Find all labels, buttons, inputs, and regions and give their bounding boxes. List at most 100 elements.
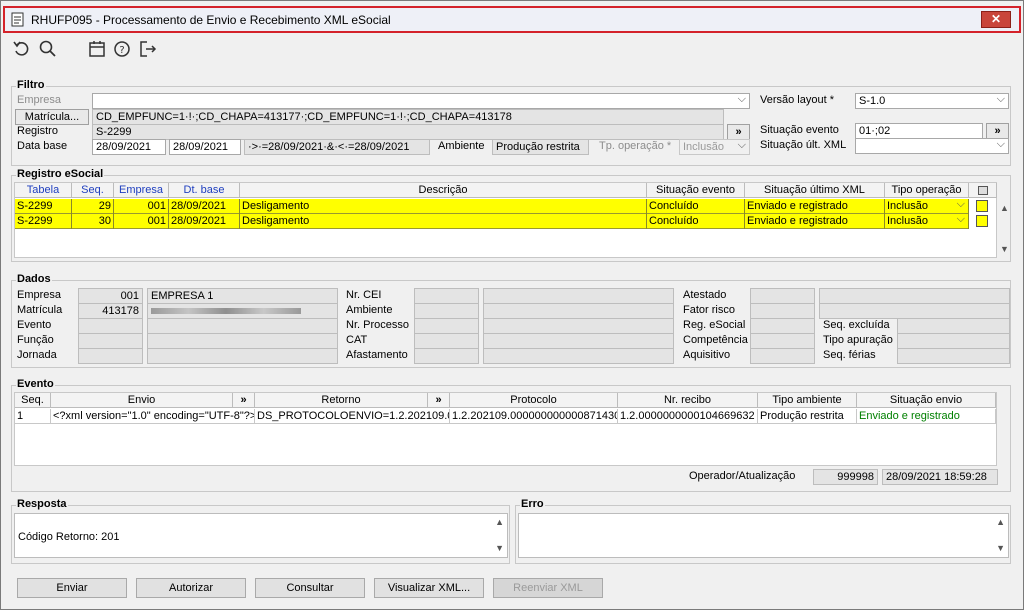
fator-risco-code: [750, 303, 815, 319]
registro-field[interactable]: S-2299: [92, 124, 724, 140]
erro-memo[interactable]: ▲ ▼: [518, 513, 1009, 558]
calendar-icon[interactable]: [87, 39, 107, 59]
nr-cei-desc: [483, 288, 674, 304]
dados-evento-desc: [147, 318, 338, 334]
cell-situacao-xml: Enviado e registrado: [745, 199, 885, 214]
operador-value: 999998: [813, 469, 878, 485]
dados-matricula-value: 413178: [78, 303, 143, 319]
afastamento-desc: [483, 348, 674, 364]
atestado-desc: [819, 288, 1010, 304]
col-ev-envio-expand[interactable]: »: [233, 393, 255, 408]
matricula-button[interactable]: Matrícula...: [15, 109, 89, 125]
table-row[interactable]: S-2299 30 001 28/09/2021 Desligamento Co…: [15, 214, 969, 229]
cell-tipo-operacao[interactable]: Inclusão: [885, 199, 969, 214]
dados-empresa-name: EMPRESA 1: [147, 288, 338, 304]
registro-more-button[interactable]: »: [727, 124, 750, 140]
matricula-field[interactable]: CD_EMPFUNC=1·!·;CD_CHAPA=413177·;CD_EMPF…: [92, 109, 724, 125]
autorizar-button[interactable]: Autorizar: [136, 578, 246, 598]
cell-tipo-operacao[interactable]: Inclusão: [885, 214, 969, 229]
row-checkbox[interactable]: [976, 200, 988, 212]
atestado-label: Atestado: [683, 289, 727, 301]
col-select-all[interactable]: [969, 183, 997, 198]
empresa-select[interactable]: [92, 93, 750, 109]
evento-title: Evento: [16, 378, 55, 390]
situacao-evento-label: Situação evento: [760, 124, 839, 136]
scroll-up-icon[interactable]: ▲: [996, 517, 1005, 527]
col-descricao[interactable]: Descrição: [240, 183, 647, 198]
tp-operacao-label: Tp. operação *: [599, 140, 672, 152]
seq-excluida-value: [897, 318, 1010, 334]
cell-situacao-xml: Enviado e registrado: [745, 214, 885, 229]
seq-ferias-value: [897, 348, 1010, 364]
cell-descricao: Desligamento: [240, 214, 647, 229]
cell-situacao-evento: Concluído: [647, 214, 745, 229]
seq-ferias-label: Seq. férias: [823, 349, 876, 361]
main-window: RHUFP095 - Processamento de Envio e Rece…: [0, 0, 1024, 610]
competencia-value: [750, 333, 815, 349]
fator-risco-desc: [819, 303, 1010, 319]
col-ev-tipo-ambiente[interactable]: Tipo ambiente: [758, 393, 857, 408]
registro-grid[interactable]: Tabela Seq. Empresa Dt. base Descrição S…: [14, 182, 997, 258]
afastamento-label: Afastamento: [346, 349, 408, 361]
cell-tabela: S-2299: [15, 214, 72, 229]
data-base-label: Data base: [17, 140, 68, 152]
nr-cei-code: [414, 288, 479, 304]
date-to-input[interactable]: 28/09/2021: [169, 139, 241, 155]
evento-grid[interactable]: Seq. Envio » Retorno » Protocolo Nr. rec…: [14, 392, 997, 466]
help-icon[interactable]: ?: [112, 39, 132, 59]
atualizacao-value: 28/09/2021 18:59:28: [882, 469, 998, 485]
resposta-memo[interactable]: Código Retorno: 201 ▲ ▼: [14, 513, 508, 558]
visualizar-xml-button[interactable]: Visualizar XML...: [374, 578, 484, 598]
reenviar-xml-button[interactable]: Reenviar XML: [493, 578, 603, 598]
col-empresa[interactable]: Empresa: [114, 183, 169, 198]
operador-label: Operador/Atualização: [689, 470, 796, 482]
col-tipo-operacao[interactable]: Tipo operação: [885, 183, 969, 198]
scroll-down-icon[interactable]: ▼: [495, 543, 504, 553]
close-button[interactable]: ✕: [981, 11, 1011, 28]
col-situacao-evento[interactable]: Situação evento: [647, 183, 745, 198]
situacao-xml-select[interactable]: [855, 138, 1009, 154]
scroll-down-icon[interactable]: ▼: [1000, 244, 1009, 254]
search-icon[interactable]: [38, 39, 58, 59]
atestado-code: [750, 288, 815, 304]
nr-processo-label: Nr. Processo: [346, 319, 409, 331]
dados-evento-label: Evento: [17, 319, 52, 331]
col-ev-recibo[interactable]: Nr. recibo: [618, 393, 758, 408]
col-tabela[interactable]: Tabela: [15, 183, 72, 198]
table-row[interactable]: 1 <?xml version="1.0" encoding="UTF-8"?>…: [15, 409, 996, 424]
col-ev-situacao[interactable]: Situação envio: [857, 393, 996, 408]
cell-dt-base: 28/09/2021: [169, 214, 240, 229]
reg-esocial-value: [750, 318, 815, 334]
col-ev-protocolo[interactable]: Protocolo: [450, 393, 618, 408]
scroll-down-icon[interactable]: ▼: [996, 543, 1005, 553]
cell-ev-situacao: Enviado e registrado: [857, 409, 996, 424]
col-ev-retorno[interactable]: Retorno: [255, 393, 428, 408]
exit-icon[interactable]: [138, 39, 158, 59]
table-row[interactable]: S-2299 29 001 28/09/2021 Desligamento Co…: [15, 199, 969, 214]
dados-jornada-label: Jornada: [17, 349, 57, 361]
cat-code: [414, 333, 479, 349]
col-ev-envio[interactable]: Envio: [51, 393, 233, 408]
resposta-title: Resposta: [16, 498, 68, 510]
versao-layout-label: Versão layout *: [760, 94, 834, 106]
date-from-input[interactable]: 28/09/2021: [92, 139, 166, 155]
scroll-up-icon[interactable]: ▲: [495, 517, 504, 527]
col-ev-seq[interactable]: Seq.: [15, 393, 51, 408]
col-ev-retorno-expand[interactable]: »: [428, 393, 450, 408]
ambiente-label: Ambiente: [438, 140, 485, 152]
situacao-evento-more-button[interactable]: »: [986, 123, 1009, 139]
dados-jornada-code: [78, 348, 143, 364]
situacao-evento-input[interactable]: 01·;02: [855, 123, 983, 139]
scroll-up-icon[interactable]: ▲: [1000, 203, 1009, 213]
title-bar: RHUFP095 - Processamento de Envio e Rece…: [3, 6, 1021, 33]
select-all-checkbox[interactable]: [977, 186, 988, 195]
versao-layout-select[interactable]: S-1.0: [855, 93, 1009, 109]
col-seq[interactable]: Seq.: [72, 183, 114, 198]
col-situacao-xml[interactable]: Situação último XML: [745, 183, 885, 198]
enviar-button[interactable]: Enviar: [17, 578, 127, 598]
undo-icon[interactable]: [12, 39, 32, 59]
row-checkbox[interactable]: [976, 215, 988, 227]
consultar-button[interactable]: Consultar: [255, 578, 365, 598]
col-dt-base[interactable]: Dt. base: [169, 183, 240, 198]
tp-operacao-select[interactable]: Inclusão: [679, 139, 750, 155]
